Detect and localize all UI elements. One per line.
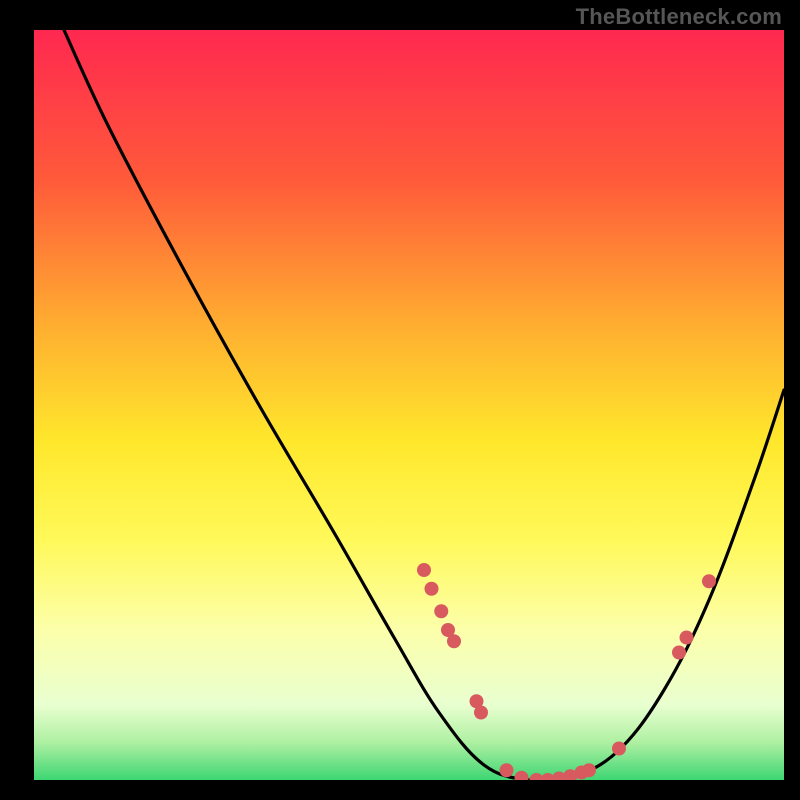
chart-container: TheBottleneck.com: [0, 0, 800, 800]
watermark-text: TheBottleneck.com: [576, 4, 782, 30]
plot-svg: [34, 30, 784, 780]
plot-area: [34, 30, 784, 780]
